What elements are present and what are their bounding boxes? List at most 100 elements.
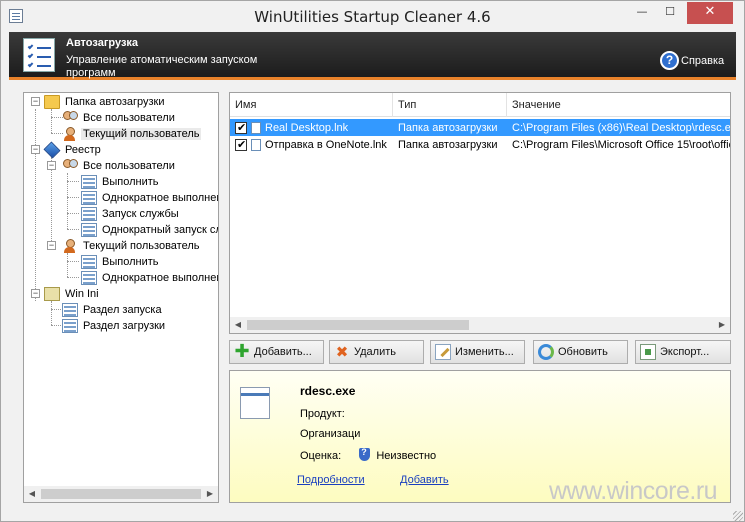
tree-line <box>67 253 68 277</box>
tree-item-user-run[interactable]: Выполнить <box>81 254 160 270</box>
tree-item-run-section[interactable]: Раздел запуска <box>62 302 164 318</box>
tree-item-run-services[interactable]: Запуск службы <box>81 206 181 222</box>
tree-item-label: Запуск службы <box>102 208 179 220</box>
tree-item-all-users[interactable]: Все пользователи <box>62 110 177 126</box>
export-button[interactable]: Экспорт... <box>635 340 731 364</box>
folder-icon <box>44 95 60 109</box>
collapse-toggle[interactable]: − <box>31 97 40 106</box>
scroll-right-arrow-icon[interactable]: ▶ <box>202 486 218 502</box>
tree-line <box>67 213 79 214</box>
enabled-checkbox[interactable] <box>235 138 247 151</box>
collapse-toggle[interactable]: − <box>47 161 56 170</box>
section-subtitle: Управление атоматическим запуском програ… <box>66 54 258 79</box>
registry-key-icon <box>81 175 97 189</box>
scroll-thumb[interactable] <box>247 320 469 330</box>
tree-item-run[interactable]: Выполнить <box>81 174 160 190</box>
tree-line <box>67 181 79 182</box>
minimize-button[interactable]: — <box>629 2 655 24</box>
main-window: WinUtilities Startup Cleaner 4.6 — ☐ ✕ А… <box>0 0 745 522</box>
column-header-value[interactable]: Значение <box>507 93 730 117</box>
user-icon <box>62 127 78 141</box>
registry-key-icon <box>62 319 78 333</box>
user-icon <box>62 239 78 253</box>
tree-item-registry-all-users[interactable]: Все пользователи <box>62 158 177 174</box>
list-row[interactable]: Отправка в OneNote.lnk Папка автозагрузк… <box>230 136 730 153</box>
category-tree[interactable]: − − − − − Папка автозагрузки Все пользов… <box>23 92 219 503</box>
tree-item-registry-current-user[interactable]: Текущий пользователь <box>62 238 201 254</box>
tree-item-label: Однократное выполнение <box>102 272 218 284</box>
registry-key-icon <box>62 303 78 317</box>
tree-item-registry[interactable]: Реестр <box>43 141 103 159</box>
ini-file-icon <box>44 287 60 301</box>
registry-key-icon <box>81 223 97 237</box>
item-value: C:\Program Files\Microsoft Office 15\roo… <box>512 138 730 151</box>
close-button[interactable]: ✕ <box>687 2 733 24</box>
item-type: Папка автозагрузки <box>398 138 498 151</box>
tree-item-label: Раздел запуска <box>83 304 162 316</box>
collapse-toggle[interactable]: − <box>31 289 40 298</box>
tree-item-label: Все пользователи <box>83 160 175 172</box>
rating-label: Оценка: <box>300 450 342 462</box>
scroll-left-arrow-icon[interactable]: ◀ <box>230 317 246 333</box>
edit-button[interactable]: Изменить... <box>430 340 525 364</box>
help-link[interactable]: ? Справка <box>660 51 724 70</box>
scroll-thumb[interactable] <box>41 489 201 499</box>
tree-item-run-once[interactable]: Однократное выполнение <box>81 190 218 206</box>
details-link[interactable]: Подробности <box>297 474 365 486</box>
column-header-type[interactable]: Тип <box>393 93 507 117</box>
collapse-toggle[interactable]: − <box>31 145 40 154</box>
collapse-toggle[interactable]: − <box>47 241 56 250</box>
delete-button-label: Удалить <box>354 346 396 358</box>
tree-item-label: Папка автозагрузки <box>65 96 165 108</box>
help-icon: ? <box>660 51 679 70</box>
item-type: Папка автозагрузки <box>398 121 498 134</box>
add-link[interactable]: Добавить <box>400 474 449 486</box>
registry-cube-icon <box>43 141 61 159</box>
add-button[interactable]: ✚ Добавить... <box>229 340 324 364</box>
startup-items-list[interactable]: Имя Тип Значение Real Desktop.lnk Папка … <box>229 92 731 334</box>
list-row[interactable]: Real Desktop.lnk Папка автозагрузки C:\P… <box>230 119 730 136</box>
tree-item-win-ini[interactable]: Win Ini <box>44 286 101 302</box>
scroll-right-arrow-icon[interactable]: ▶ <box>714 317 730 333</box>
refresh-button[interactable]: Обновить <box>533 340 628 364</box>
title-bar: WinUtilities Startup Cleaner 4.6 — ☐ ✕ <box>1 1 744 32</box>
list-header: Имя Тип Значение <box>230 93 730 117</box>
resize-grip[interactable] <box>733 511 743 521</box>
enabled-checkbox[interactable] <box>235 121 247 134</box>
registry-key-icon <box>81 207 97 221</box>
add-button-label: Добавить... <box>254 346 312 358</box>
users-icon <box>62 111 78 125</box>
tree-line <box>51 301 52 325</box>
tree-item-label: Текущий пользователь <box>81 128 202 140</box>
list-horizontal-scrollbar[interactable]: ◀ ▶ <box>230 317 730 333</box>
tree-item-current-user[interactable]: Текущий пользователь <box>62 126 202 142</box>
plus-icon: ✚ <box>234 341 250 362</box>
delete-button[interactable]: ✖ Удалить <box>329 340 424 364</box>
item-name: Отправка в OneNote.lnk <box>265 138 387 151</box>
refresh-button-label: Обновить <box>558 346 608 358</box>
refresh-icon <box>538 344 554 360</box>
item-name: Real Desktop.lnk <box>265 121 349 134</box>
tree-horizontal-scrollbar[interactable]: ◀ ▶ <box>24 486 218 502</box>
rating-value: Неизвестно <box>376 450 437 462</box>
tree-line <box>51 157 52 245</box>
tree-item-run-services-once[interactable]: Однократный запуск службы <box>81 222 218 238</box>
name-cell: Отправка в OneNote.lnk <box>230 138 393 151</box>
column-header-name[interactable]: Имя <box>230 93 393 117</box>
tree-line <box>67 197 79 198</box>
shortcut-file-icon <box>251 121 261 134</box>
export-icon <box>640 344 656 360</box>
tree-item-label: Все пользователи <box>83 112 175 124</box>
registry-key-icon <box>81 255 97 269</box>
maximize-button[interactable]: ☐ <box>657 2 683 24</box>
tree-item-startup-folder[interactable]: Папка автозагрузки <box>44 94 167 110</box>
tree-item-load-section[interactable]: Раздел загрузки <box>62 318 167 334</box>
tree-item-user-run-once[interactable]: Однократное выполнение <box>81 270 218 286</box>
tree-line <box>67 261 79 262</box>
product-label: Продукт: <box>300 408 345 420</box>
shield-icon <box>359 447 371 461</box>
edit-button-label: Изменить... <box>455 346 514 358</box>
delete-x-icon: ✖ <box>335 343 349 361</box>
scroll-left-arrow-icon[interactable]: ◀ <box>24 486 40 502</box>
tree-item-label: Однократный запуск службы <box>102 224 218 236</box>
